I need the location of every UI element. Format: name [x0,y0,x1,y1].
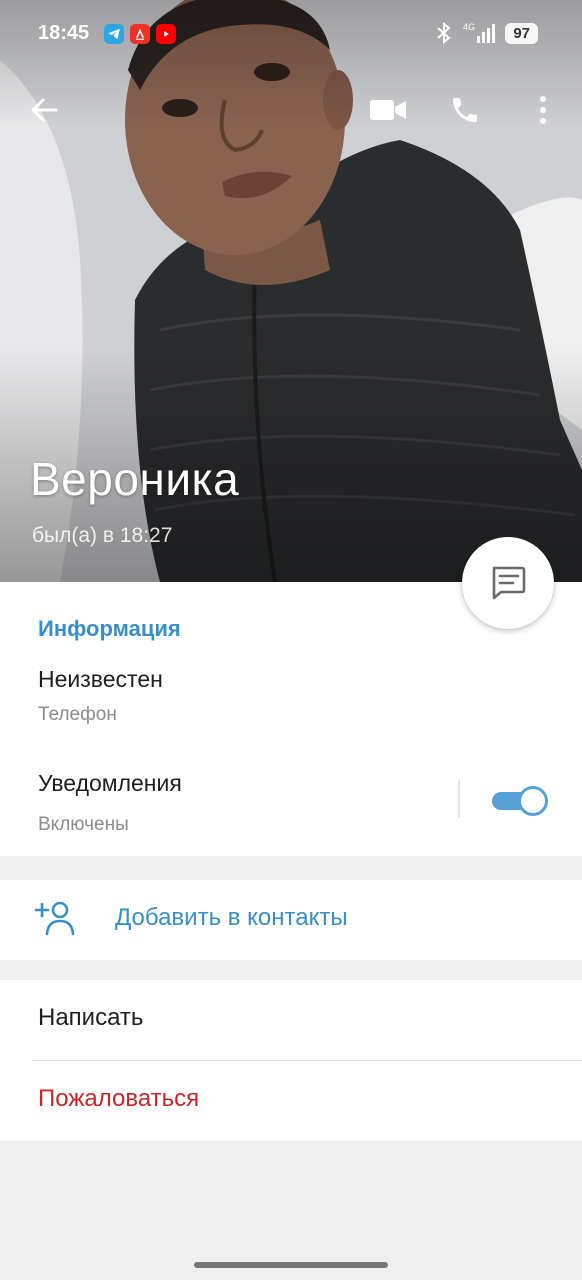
write-message-label: Написать [38,1004,144,1031]
home-indicator[interactable] [194,1262,388,1268]
add-contact-label: Добавить в контакты [115,904,348,931]
profile-photo-header[interactable]: 18:45 4G 97 Вероника был(а) в 18:27 [0,0,582,582]
notifications-toggle[interactable] [492,786,548,816]
network-type-label: 4G [463,22,475,32]
telegram-icon [104,24,124,44]
battery-indicator: 97 [505,22,538,44]
notifications-divider [458,780,460,818]
video-call-button[interactable] [366,88,410,132]
notification-icons [104,24,176,44]
signal-icon: 4G [463,22,496,43]
add-person-icon [34,901,75,936]
notifications-state: Включены [38,814,129,835]
profile-name: Вероника [30,453,240,505]
actions-card: Написать Пожаловаться [0,980,582,1141]
send-message-fab[interactable] [462,537,554,629]
toggle-knob [518,786,548,816]
alfa-bank-icon [130,24,150,44]
phone-icon [453,98,477,122]
phone-label: Телефон [38,704,117,725]
status-bar: 18:45 4G 97 [0,0,582,70]
status-right-icons: 4G 97 [435,22,538,44]
report-button[interactable]: Пожаловаться [0,1061,582,1141]
back-button[interactable] [22,88,66,132]
chat-bubble-icon [492,566,526,600]
info-section-title: Информация [38,616,181,641]
more-vertical-icon [540,96,546,124]
add-contact-button[interactable]: Добавить в контакты [0,880,582,960]
video-camera-icon [370,100,406,120]
notifications-label[interactable]: Уведомления [38,770,182,797]
phone-value[interactable]: Неизвестен [38,666,163,693]
bluetooth-icon [437,22,451,44]
status-time: 18:45 [38,22,90,44]
write-message-button[interactable]: Написать [0,980,582,1060]
arrow-back-icon [31,98,58,122]
call-button[interactable] [443,88,487,132]
last-seen-status: был(а) в 18:27 [32,524,173,547]
youtube-icon [156,24,176,44]
report-label: Пожаловаться [38,1085,200,1112]
more-options-button[interactable] [521,88,565,132]
